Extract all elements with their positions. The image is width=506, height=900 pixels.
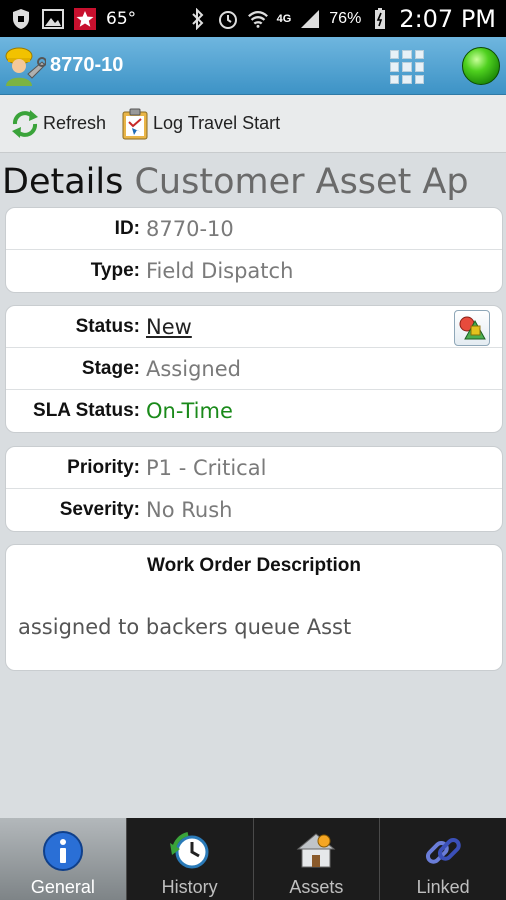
- alarm-icon: [217, 8, 239, 30]
- sla-status-label: SLA Status:: [33, 400, 140, 421]
- log-travel-start-button[interactable]: Log Travel Start: [120, 108, 280, 140]
- priority-label: Priority:: [67, 456, 140, 478]
- severity-value: No Rush: [146, 498, 233, 522]
- network-type: 4G: [276, 12, 292, 25]
- tab-general-label: General: [30, 877, 95, 897]
- bottom-navigation: General History Assets Linked: [0, 818, 506, 900]
- page-title: Details Customer Asset Ap: [2, 162, 506, 202]
- assets-icon: [294, 829, 338, 873]
- stage-value: Assigned: [146, 356, 241, 381]
- wifi-icon: [247, 8, 269, 30]
- tab-history-label: History: [161, 877, 218, 897]
- signal-icon: [299, 8, 321, 30]
- type-label: Type:: [90, 260, 140, 281]
- sla-status-row: SLA Status: On-Time: [6, 390, 502, 432]
- id-label: ID:: [114, 217, 140, 239]
- type-row: Type: Field Dispatch: [6, 250, 502, 292]
- history-icon: [168, 829, 212, 873]
- weather-temperature: 65°: [106, 8, 137, 29]
- description-card: Work Order Description assigned to backe…: [5, 544, 503, 671]
- log-travel-start-label: Log Travel Start: [153, 113, 281, 133]
- severity-row: Severity: No Rush: [6, 489, 502, 531]
- severity-label: Severity:: [59, 499, 140, 520]
- refresh-icon: [10, 108, 40, 140]
- star-app-icon: [74, 7, 96, 30]
- sla-status-value: On-Time: [146, 399, 233, 423]
- link-icon: [421, 829, 465, 873]
- battery-icon: [369, 7, 391, 30]
- id-value: 8770-10: [146, 216, 234, 241]
- tab-general[interactable]: General: [0, 818, 127, 900]
- tab-linked-label: Linked: [416, 877, 470, 897]
- description-text: assigned to backers queue Asst: [18, 615, 352, 639]
- tab-linked[interactable]: Linked: [380, 818, 506, 900]
- status-value-link[interactable]: New: [146, 315, 192, 339]
- refresh-button[interactable]: Refresh: [10, 108, 106, 140]
- identity-card: ID: 8770-10 Type: Field Dispatch: [5, 207, 503, 293]
- page-title-sub: Customer Asset Ap: [134, 162, 469, 202]
- apps-grid-button[interactable]: [388, 48, 426, 86]
- priority-card: Priority: P1 - Critical Severity: No Rus…: [5, 446, 503, 532]
- change-status-button[interactable]: [454, 310, 490, 346]
- tab-assets-label: Assets: [289, 877, 344, 897]
- status-card: Status: New Stage: Assigned SLA Status: …: [5, 305, 503, 433]
- stage-row: Stage: Assigned: [6, 348, 502, 390]
- battery-percentage: 76%: [329, 9, 362, 27]
- stage-label: Stage:: [81, 357, 140, 379]
- refresh-label: Refresh: [43, 113, 107, 133]
- description-title: Work Order Description: [147, 555, 361, 576]
- info-icon: [41, 829, 85, 873]
- id-row: ID: 8770-10: [6, 208, 502, 250]
- action-toolbar: Refresh Log Travel Start: [0, 95, 506, 153]
- connection-status-icon[interactable]: [462, 47, 500, 85]
- status-bar: 65° 4G 76% 2:07 PM: [0, 0, 506, 37]
- priority-value: P1 - Critical: [146, 455, 267, 480]
- technician-logo-icon[interactable]: [2, 44, 47, 88]
- tab-history[interactable]: History: [127, 818, 254, 900]
- work-order-title: 8770-10: [50, 54, 124, 76]
- shield-icon: [10, 8, 32, 30]
- status-row: Status: New: [6, 306, 502, 348]
- image-icon: [42, 8, 64, 30]
- app-bar: 8770-10: [0, 37, 506, 95]
- tab-assets[interactable]: Assets: [254, 818, 381, 900]
- clipboard-icon: [120, 108, 150, 140]
- bluetooth-icon: [187, 7, 209, 30]
- status-label: Status:: [75, 315, 140, 337]
- clock-time: 2:07 PM: [399, 4, 496, 33]
- priority-row: Priority: P1 - Critical: [6, 447, 502, 489]
- page-title-main: Details: [2, 162, 124, 202]
- type-value: Field Dispatch: [146, 259, 294, 283]
